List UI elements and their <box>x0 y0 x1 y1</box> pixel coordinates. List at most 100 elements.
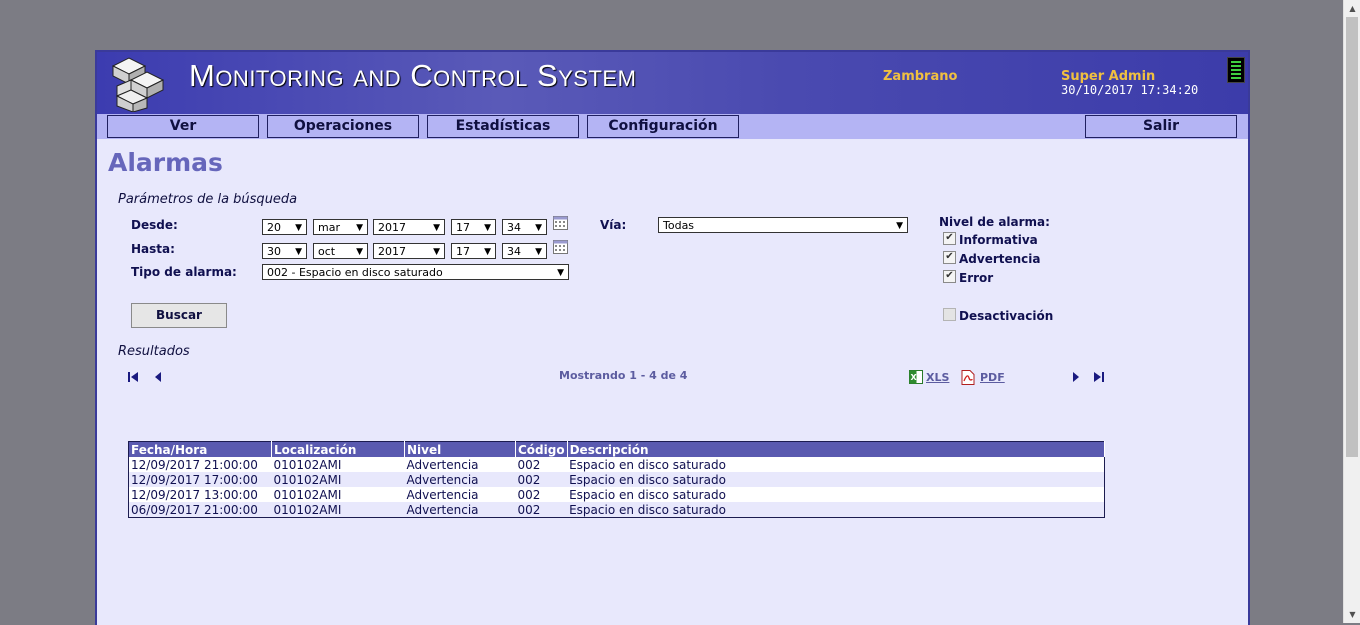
pdf-icon[interactable] <box>961 370 975 385</box>
from-month-select[interactable]: mar ▼ <box>313 219 368 235</box>
scroll-down-icon[interactable]: ▼ <box>1344 606 1360 623</box>
from-hour-select[interactable]: 17 ▼ <box>451 219 496 235</box>
cell-level: Advertencia <box>404 472 516 487</box>
deactivation-checkbox[interactable] <box>943 308 956 321</box>
status-indicator-icon <box>1227 57 1245 83</box>
table-row[interactable]: 12/09/2017 13:00:00 010102AMI Advertenci… <box>128 487 1105 502</box>
table-row[interactable]: 06/09/2017 21:00:00 010102AMI Advertenci… <box>128 502 1105 518</box>
chevron-down-icon: ▼ <box>295 247 302 257</box>
app-title: Monitoring and Control System <box>189 58 637 93</box>
from-minute-select[interactable]: 34 ▼ <box>502 219 547 235</box>
cell-description: Espacio en disco saturado <box>567 472 1105 487</box>
cell-location: 010102AMI <box>271 487 405 502</box>
search-button[interactable]: Buscar <box>131 303 227 328</box>
vertical-scrollbar[interactable]: ▲ ▼ <box>1343 0 1360 623</box>
level-informativa-checkbox[interactable]: ✔ <box>943 232 956 245</box>
cell-description: Espacio en disco saturado <box>567 502 1105 518</box>
column-header[interactable]: Nivel <box>404 441 516 457</box>
page-title: Alarmas <box>108 148 223 177</box>
cell-location: 010102AMI <box>271 457 405 472</box>
cell-code: 002 <box>515 457 568 472</box>
next-page-icon[interactable] <box>1071 371 1081 383</box>
nav-item-operaciones[interactable]: Operaciones <box>267 115 419 138</box>
table-header-row: Fecha/Hora Localización Nivel Código Des… <box>128 441 1106 457</box>
cell-description: Espacio en disco saturado <box>567 487 1105 502</box>
chevron-down-icon: ▼ <box>484 247 491 257</box>
search-section-title: Parámetros de la búsqueda <box>118 192 298 207</box>
table-row[interactable]: 12/09/2017 17:00:00 010102AMI Advertenci… <box>128 472 1105 487</box>
chevron-down-icon: ▼ <box>484 223 491 233</box>
chevron-down-icon: ▼ <box>356 247 363 257</box>
nav-item-estadisticas[interactable]: Estadísticas <box>427 115 579 138</box>
chevron-down-icon: ▼ <box>557 268 564 278</box>
first-page-icon[interactable] <box>127 371 139 383</box>
cell-location: 010102AMI <box>271 502 405 518</box>
results-count: Mostrando 1 - 4 de 4 <box>559 369 688 382</box>
from-year-select[interactable]: 2017 ▼ <box>373 219 445 235</box>
nav-item-ver[interactable]: Ver <box>107 115 259 138</box>
alarm-level-label: Nivel de alarma: <box>939 215 1050 229</box>
prev-page-icon[interactable] <box>153 371 163 383</box>
to-year-select[interactable]: 2017 ▼ <box>373 243 445 259</box>
stacked-cubes-icon <box>111 57 165 112</box>
cell-level: Advertencia <box>404 457 516 472</box>
app-header: Monitoring and Control System Zambrano S… <box>97 52 1248 114</box>
user-role: Super Admin <box>1061 69 1156 84</box>
last-page-icon[interactable] <box>1093 371 1105 383</box>
excel-icon[interactable]: X <box>909 370 923 384</box>
to-month-select[interactable]: oct ▼ <box>313 243 368 259</box>
cell-code: 002 <box>515 472 568 487</box>
level-advertencia-label: Advertencia <box>959 252 1041 266</box>
cell-datetime: 06/09/2017 21:00:00 <box>128 502 272 518</box>
to-day-select[interactable]: 30 ▼ <box>262 243 307 259</box>
via-label: Vía: <box>600 218 627 232</box>
column-header[interactable]: Código <box>515 441 568 457</box>
calendar-icon[interactable] <box>553 216 568 230</box>
nav-item-configuracion[interactable]: Configuración <box>587 115 739 138</box>
chevron-down-icon: ▼ <box>535 223 542 233</box>
app-window: Monitoring and Control System Zambrano S… <box>95 50 1250 625</box>
level-informativa-label: Informativa <box>959 233 1038 247</box>
calendar-icon[interactable] <box>553 240 568 254</box>
cell-description: Espacio en disco saturado <box>567 457 1105 472</box>
cell-code: 002 <box>515 502 568 518</box>
cell-datetime: 12/09/2017 21:00:00 <box>128 457 272 472</box>
level-error-checkbox[interactable]: ✔ <box>943 270 956 283</box>
level-error-label: Error <box>959 271 994 285</box>
table-row[interactable]: 12/09/2017 21:00:00 010102AMI Advertenci… <box>128 457 1105 472</box>
via-select[interactable]: Todas ▼ <box>658 217 908 233</box>
column-header[interactable]: Fecha/Hora <box>128 441 272 457</box>
deactivation-label: Desactivación <box>959 309 1054 323</box>
column-header[interactable]: Descripción <box>567 441 1106 457</box>
cell-datetime: 12/09/2017 13:00:00 <box>128 487 272 502</box>
chevron-down-icon: ▼ <box>896 221 903 231</box>
logout-button[interactable]: Salir <box>1085 115 1237 138</box>
cell-location: 010102AMI <box>271 472 405 487</box>
cell-datetime: 12/09/2017 17:00:00 <box>128 472 272 487</box>
from-label: Desde: <box>131 218 178 232</box>
svg-text:X: X <box>911 373 918 382</box>
cell-level: Advertencia <box>404 487 516 502</box>
server-name: Zambrano <box>883 69 958 84</box>
alarm-type-select[interactable]: 002 - Espacio en disco saturado ▼ <box>262 264 569 280</box>
chevron-down-icon: ▼ <box>433 247 440 257</box>
export-pdf-link[interactable]: PDF <box>980 371 1005 384</box>
current-datetime: 30/10/2017 17:34:20 <box>1061 83 1199 97</box>
from-day-select[interactable]: 20 ▼ <box>262 219 307 235</box>
chevron-down-icon: ▼ <box>295 223 302 233</box>
cell-code: 002 <box>515 487 568 502</box>
to-hour-select[interactable]: 17 ▼ <box>451 243 496 259</box>
level-advertencia-checkbox[interactable]: ✔ <box>943 251 956 264</box>
column-header[interactable]: Localización <box>271 441 405 457</box>
export-xls-link[interactable]: XLS <box>926 371 949 384</box>
scroll-up-icon[interactable]: ▲ <box>1344 0 1360 17</box>
results-section-title: Resultados <box>118 344 190 359</box>
scrollbar-thumb[interactable] <box>1346 17 1358 457</box>
main-nav: Ver Operaciones Estadísticas Configuraci… <box>97 114 1248 139</box>
chevron-down-icon: ▼ <box>356 223 363 233</box>
chevron-down-icon: ▼ <box>433 223 440 233</box>
cell-level: Advertencia <box>404 502 516 518</box>
to-minute-select[interactable]: 34 ▼ <box>502 243 547 259</box>
alarm-type-label: Tipo de alarma: <box>131 265 237 279</box>
chevron-down-icon: ▼ <box>535 247 542 257</box>
